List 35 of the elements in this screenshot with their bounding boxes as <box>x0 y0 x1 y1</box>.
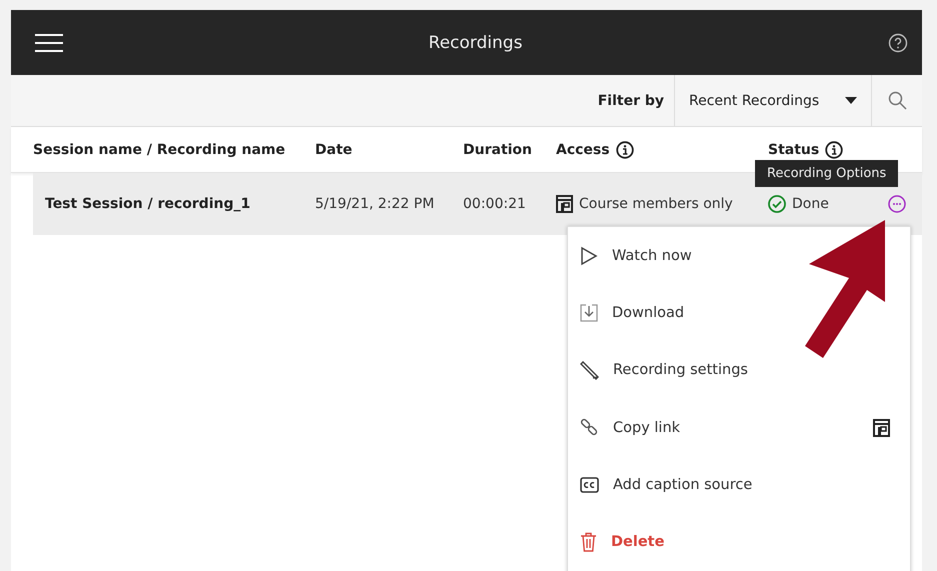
check-icon <box>768 195 786 213</box>
duration-cell-text: 00:00:21 <box>463 196 527 212</box>
status-text: Done <box>792 196 829 212</box>
window-title: Recordings <box>428 32 522 52</box>
access-icon <box>556 195 573 213</box>
access-text: Course members only <box>579 196 733 212</box>
search-icon <box>888 91 906 110</box>
menu-item[interactable]: Add caption source <box>568 456 910 514</box>
menu-item[interactable]: Delete <box>568 513 910 571</box>
menu-item[interactable]: Recording settings <box>568 342 910 399</box>
link-icon <box>580 418 599 438</box>
more-options-icon[interactable] <box>888 195 906 213</box>
menu-item[interactable]: Download <box>568 284 910 342</box>
filter-dropdown[interactable]: Recent Recordings <box>674 75 872 126</box>
pencil-icon <box>580 360 599 380</box>
play-icon <box>580 246 598 266</box>
recording-name: Test Session / recording_1 <box>45 196 252 212</box>
info-icon[interactable] <box>616 140 634 158</box>
column-header: Date <box>315 142 352 158</box>
column-header: Status <box>768 142 820 158</box>
info-icon[interactable] <box>825 140 844 158</box>
download-icon <box>580 304 598 322</box>
captions-icon <box>580 476 599 493</box>
column-header: Duration <box>463 142 532 158</box>
help-icon[interactable] <box>888 32 908 52</box>
trash-icon <box>580 532 597 552</box>
access-icon <box>873 418 890 437</box>
column-header: Access <box>556 142 610 158</box>
tooltip: Recording Options <box>755 160 898 187</box>
caret-icon <box>845 97 857 104</box>
menu-item[interactable]: Copy link <box>568 398 910 456</box>
date-cell-text: 5/19/21, 2:22 PM <box>315 196 436 212</box>
filter-label: Filter by <box>598 92 665 108</box>
menu-icon[interactable] <box>35 34 63 52</box>
column-header: Session name / Recording name <box>33 142 286 158</box>
